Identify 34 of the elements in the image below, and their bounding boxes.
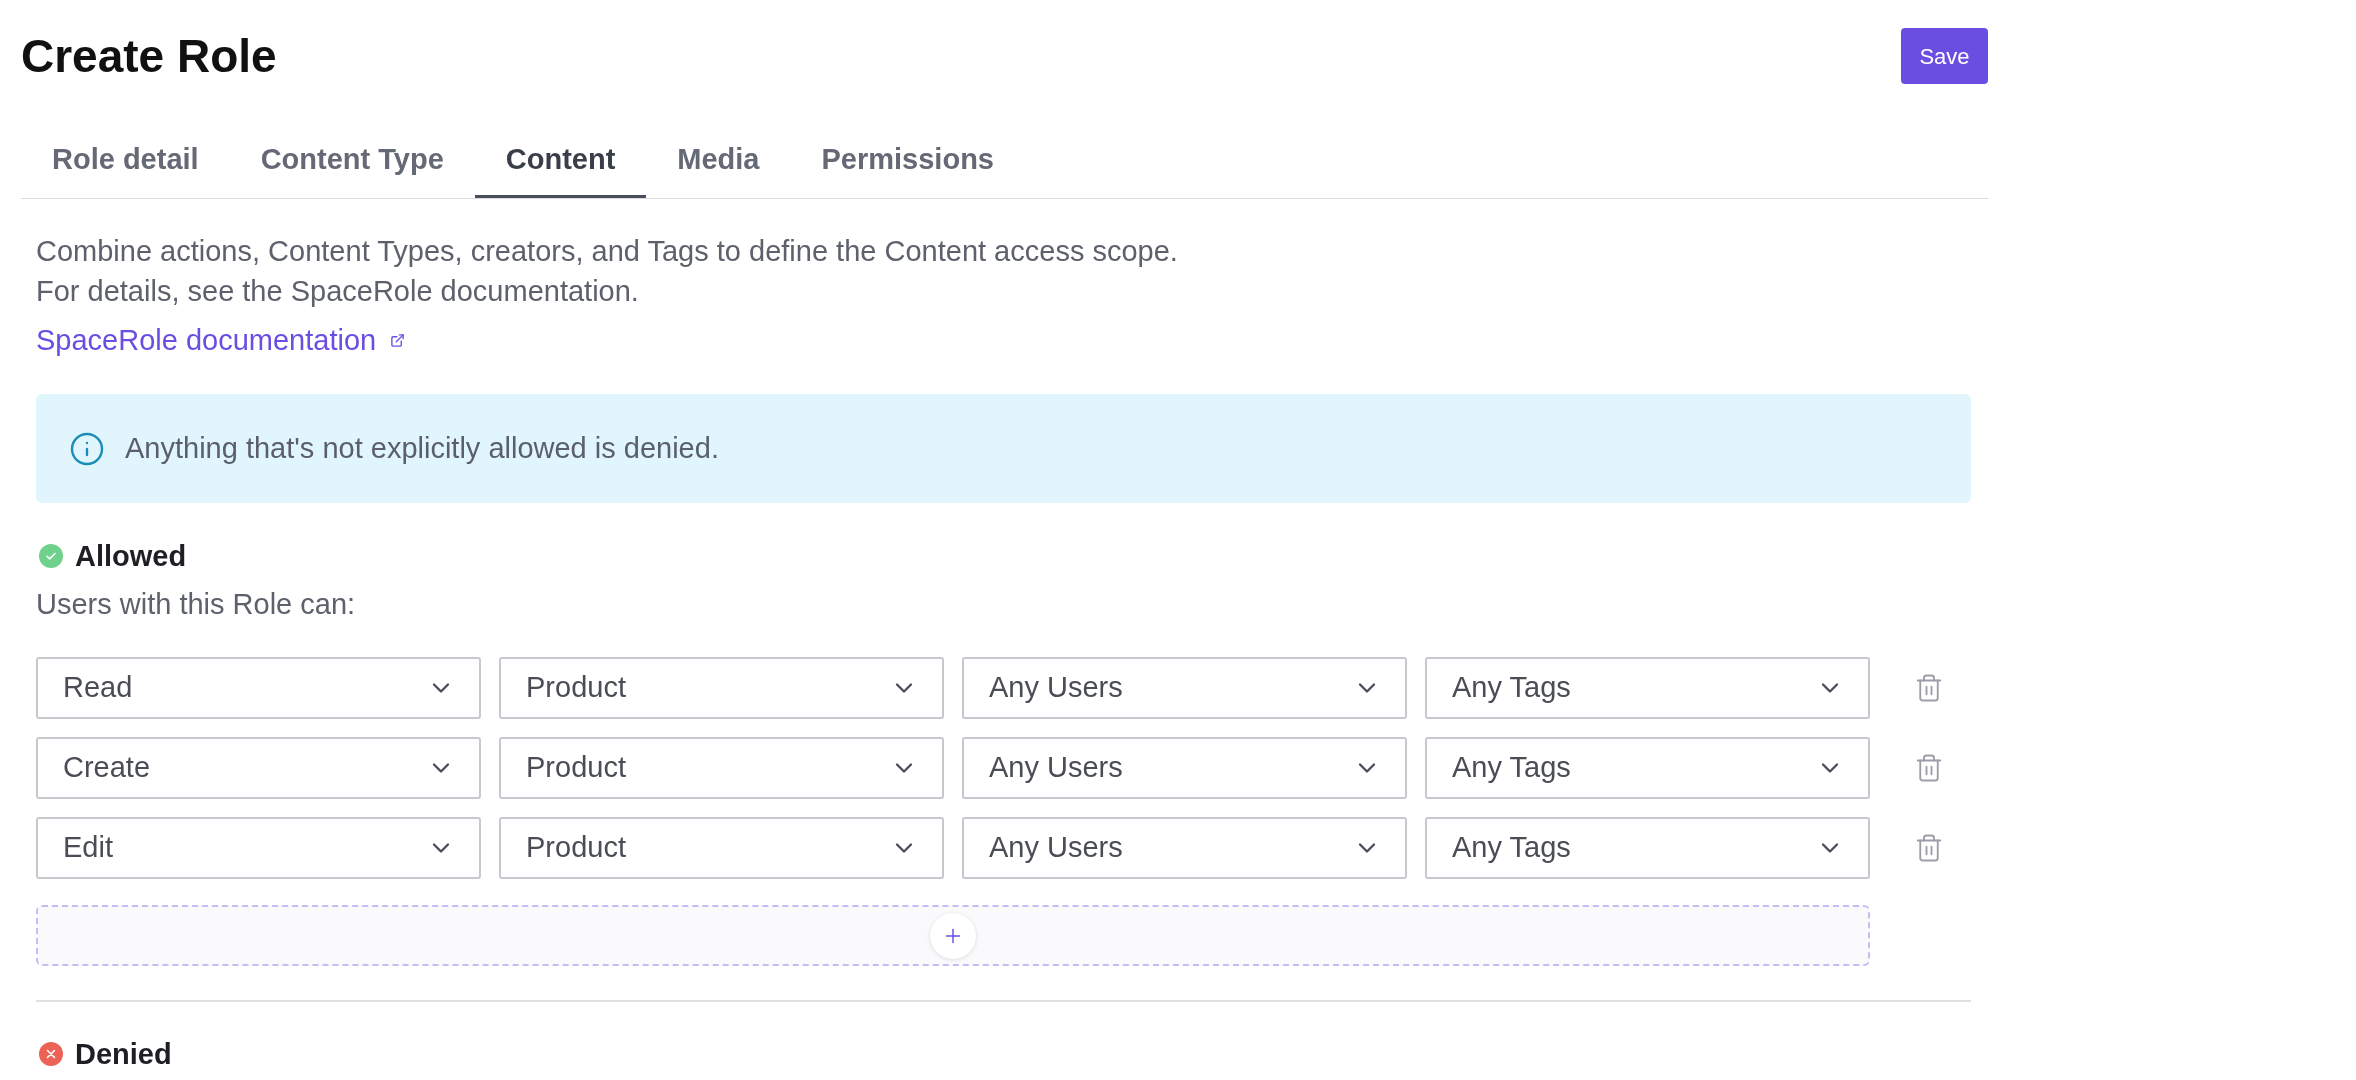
section-subtitle: Users with this Role can: <box>36 587 357 622</box>
info-text: Anything that's not explicitly allowed is denied. <box>125 430 719 466</box>
tab[interactable]: Media <box>646 116 791 198</box>
content-type-select[interactable]: Product <box>499 817 944 879</box>
add-rule-button[interactable] <box>930 912 976 959</box>
trash-icon <box>1914 833 1944 863</box>
creator-select[interactable]: Any Users <box>962 657 1407 719</box>
external-link-icon <box>390 332 406 348</box>
page-title: Create Role <box>21 29 277 84</box>
creator-select[interactable]: Any Users <box>962 737 1407 799</box>
tag-select[interactable]: Any Tags <box>1425 737 1870 799</box>
tab[interactable]: Content Type <box>229 116 475 198</box>
action-select[interactable]: Read <box>36 657 481 719</box>
documentation-link[interactable]: SpaceRole documentation <box>36 320 406 360</box>
section-title: Denied <box>75 1037 172 1072</box>
description-text: Combine actions, Content Types, creators, and Tags to define the Content access scope. <box>36 234 1179 269</box>
trash-icon <box>1914 753 1944 783</box>
tab[interactable]: Content <box>474 116 647 198</box>
tag-select[interactable]: Any Tags <box>1425 657 1870 719</box>
section-title: Allowed <box>75 539 187 574</box>
creator-select[interactable]: Any Users <box>962 817 1407 879</box>
trash-icon <box>1914 673 1944 703</box>
tab[interactable]: Permissions <box>790 116 1025 198</box>
content-type-select[interactable]: Product <box>499 737 944 799</box>
info-icon <box>69 430 105 467</box>
check-circle-icon <box>39 544 63 568</box>
x-circle-icon <box>39 1042 63 1066</box>
content-type-select[interactable]: Product <box>499 657 944 719</box>
action-select[interactable]: Create <box>36 737 481 799</box>
description-text: For details, see the SpaceRole documentation. <box>36 274 640 309</box>
tab[interactable]: Role detail <box>21 116 230 198</box>
action-select[interactable]: Edit <box>36 817 481 879</box>
tag-select[interactable]: Any Tags <box>1425 817 1870 879</box>
save-button[interactable]: Save <box>1901 28 1988 84</box>
